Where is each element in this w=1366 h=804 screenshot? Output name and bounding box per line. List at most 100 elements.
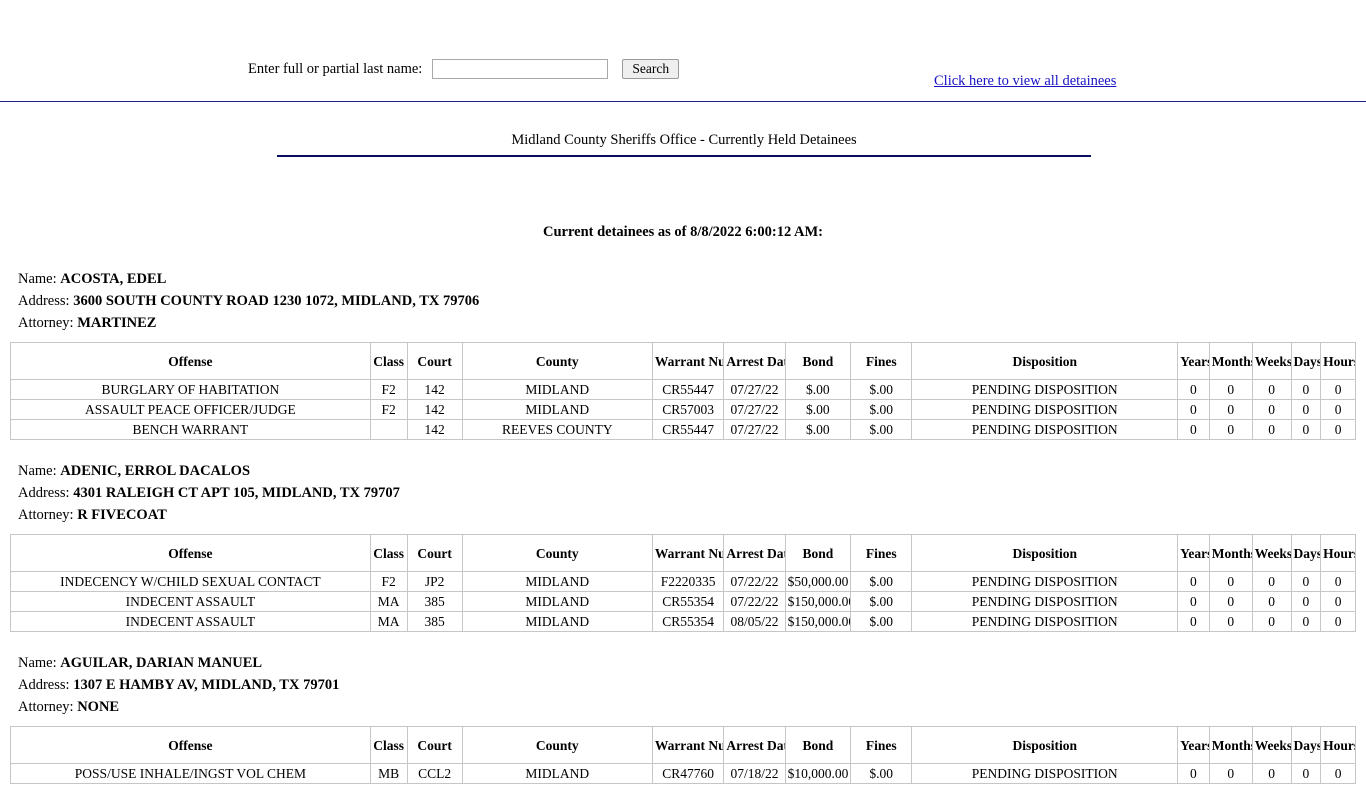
- cell-warrant-number: F2220335: [651, 571, 725, 592]
- column-header-county: County: [461, 534, 653, 572]
- cell-months: 0: [1208, 419, 1253, 440]
- detainee-address-label: Address:: [18, 293, 74, 309]
- cell-years: 0: [1177, 379, 1210, 400]
- column-header-class: Class: [369, 726, 408, 764]
- cell-arrest-date: 07/18/22: [723, 763, 786, 784]
- detainee-name-value: AGUILAR, DARIAN MANUEL: [60, 655, 263, 671]
- column-header-hours: Hours: [1320, 534, 1356, 572]
- cell-weeks: 0: [1251, 611, 1292, 632]
- column-header-bond: Bond: [784, 342, 852, 380]
- cell-days: 0: [1290, 399, 1322, 420]
- cell-county: MIDLAND: [461, 611, 653, 632]
- cell-hours: 0: [1320, 379, 1356, 400]
- cell-bond: $150,000.00: [784, 611, 852, 632]
- header-divider: [0, 101, 1366, 102]
- cell-weeks: 0: [1251, 763, 1292, 784]
- detainee-address-value: 1307 E HAMBY AV, MIDLAND, TX 79701: [73, 677, 340, 693]
- view-all-detainees-link[interactable]: Click here to view all detainees: [934, 73, 1116, 89]
- column-header-years: Years: [1177, 342, 1210, 380]
- column-header-hours: Hours: [1320, 342, 1356, 380]
- column-header-offense: Offense: [10, 534, 371, 572]
- cell-fines: $.00: [850, 399, 913, 420]
- column-header-class: Class: [369, 342, 408, 380]
- table-header-row: OffenseClassCourtCountyWarrant NumberArr…: [10, 726, 1356, 764]
- column-header-county: County: [461, 726, 653, 764]
- column-header-warrant-number: Warrant Number: [651, 342, 725, 380]
- column-header-offense: Offense: [10, 342, 371, 380]
- detainee-address-line: Address: 3600 SOUTH COUNTY ROAD 1230 107…: [0, 290, 1366, 312]
- detainee-attorney-label: Attorney:: [18, 315, 78, 331]
- detainee-attorney-line: Attorney: MARTINEZ: [0, 312, 1366, 334]
- cell-disposition: PENDING DISPOSITION: [911, 419, 1179, 440]
- detainee-address-value: 3600 SOUTH COUNTY ROAD 1230 1072, MIDLAN…: [73, 293, 480, 309]
- cell-court: 142: [406, 379, 463, 400]
- cell-county: REEVES COUNTY: [461, 419, 653, 440]
- search-button[interactable]: Search: [622, 58, 680, 80]
- detainee-address-line: Address: 4301 RALEIGH CT APT 105, MIDLAN…: [0, 482, 1366, 504]
- cell-warrant-number: CR57003: [651, 399, 725, 420]
- cell-months: 0: [1208, 399, 1253, 420]
- cell-bond: $10,000.00: [784, 763, 852, 784]
- cell-disposition: PENDING DISPOSITION: [911, 379, 1179, 400]
- cell-fines: $.00: [850, 763, 913, 784]
- column-header-weeks: Weeks: [1251, 534, 1292, 572]
- cell-days: 0: [1290, 571, 1322, 592]
- cell-class: F2: [369, 399, 408, 420]
- cell-years: 0: [1177, 399, 1210, 420]
- column-header-arrest-date: Arrest Date: [723, 534, 786, 572]
- detainee-list: Name: ACOSTA, EDEL Address: 3600 SOUTH CO…: [0, 268, 1366, 804]
- detainee-name-value: ADENIC, ERROL DACALOS: [60, 463, 251, 479]
- detainee-name-label: Name:: [18, 463, 61, 479]
- cell-hours: 0: [1320, 399, 1356, 420]
- cell-court: 142: [406, 399, 463, 420]
- cell-years: 0: [1177, 571, 1210, 592]
- column-header-court: Court: [406, 534, 463, 572]
- detainee-address-label: Address:: [18, 677, 74, 693]
- cell-arrest-date: 07/22/22: [723, 571, 786, 592]
- search-bar: Enter full or partial last name: Search: [0, 0, 1366, 80]
- detainee-name-line: Name: ACOSTA, EDEL: [0, 268, 1366, 290]
- detainee-name-line: Name: ADENIC, ERROL DACALOS: [0, 460, 1366, 482]
- cell-years: 0: [1177, 419, 1210, 440]
- search-input[interactable]: [432, 59, 609, 79]
- column-header-bond: Bond: [784, 726, 852, 764]
- cell-years: 0: [1177, 611, 1210, 632]
- detainee-attorney-line: Attorney: R FIVECOAT: [0, 504, 1366, 526]
- table-row: INDECENT ASSAULT MA 385 MIDLAND CR55354 08/05…: [10, 611, 1356, 632]
- column-header-disposition: Disposition: [911, 726, 1179, 764]
- table-row: INDECENT ASSAULT MA 385 MIDLAND CR55354 07/22…: [10, 591, 1356, 612]
- cell-months: 0: [1208, 571, 1253, 592]
- cell-court: JP2: [406, 571, 463, 592]
- column-header-fines: Fines: [850, 342, 913, 380]
- cell-disposition: PENDING DISPOSITION: [911, 763, 1179, 784]
- cell-days: 0: [1290, 379, 1322, 400]
- table-row: BENCH WARRANT 142 REEVES COUNTY CR55447 07/2…: [10, 419, 1356, 440]
- column-header-months: Months: [1208, 726, 1253, 764]
- detainee-attorney-value: R FIVECOAT: [77, 507, 167, 523]
- table-row: BURGLARY OF HABITATION F2 142 MIDLAND CR5544…: [10, 379, 1356, 400]
- cell-offense: POSS/USE INHALE/INGST VOL CHEM: [10, 763, 371, 784]
- cell-offense: INDECENCY W/CHILD SEXUAL CONTACT: [10, 571, 371, 592]
- detainee-address-label: Address:: [18, 485, 74, 501]
- cell-warrant-number: CR47760: [651, 763, 725, 784]
- column-header-warrant-number: Warrant Number: [651, 534, 725, 572]
- cell-class: F2: [369, 379, 408, 400]
- cell-fines: $.00: [850, 419, 913, 440]
- cell-court: 385: [406, 591, 463, 612]
- cell-county: MIDLAND: [461, 591, 653, 612]
- cell-disposition: PENDING DISPOSITION: [911, 591, 1179, 612]
- column-header-weeks: Weeks: [1251, 726, 1292, 764]
- cell-county: MIDLAND: [461, 399, 653, 420]
- column-header-months: Months: [1208, 342, 1253, 380]
- table-row: POSS/USE INHALE/INGST VOL CHEM MB CCL2 MIDL…: [10, 763, 1356, 784]
- detainee-attorney-line: Attorney: NONE: [0, 696, 1366, 718]
- column-header-warrant-number: Warrant Number: [651, 726, 725, 764]
- detainee-name-label: Name:: [18, 655, 61, 671]
- column-header-fines: Fines: [850, 534, 913, 572]
- column-header-disposition: Disposition: [911, 342, 1179, 380]
- detainee-address-line: Address: 1307 E HAMBY AV, MIDLAND, TX 79…: [0, 674, 1366, 696]
- cell-days: 0: [1290, 763, 1322, 784]
- cell-months: 0: [1208, 379, 1253, 400]
- cell-months: 0: [1208, 611, 1253, 632]
- cell-warrant-number: CR55354: [651, 611, 725, 632]
